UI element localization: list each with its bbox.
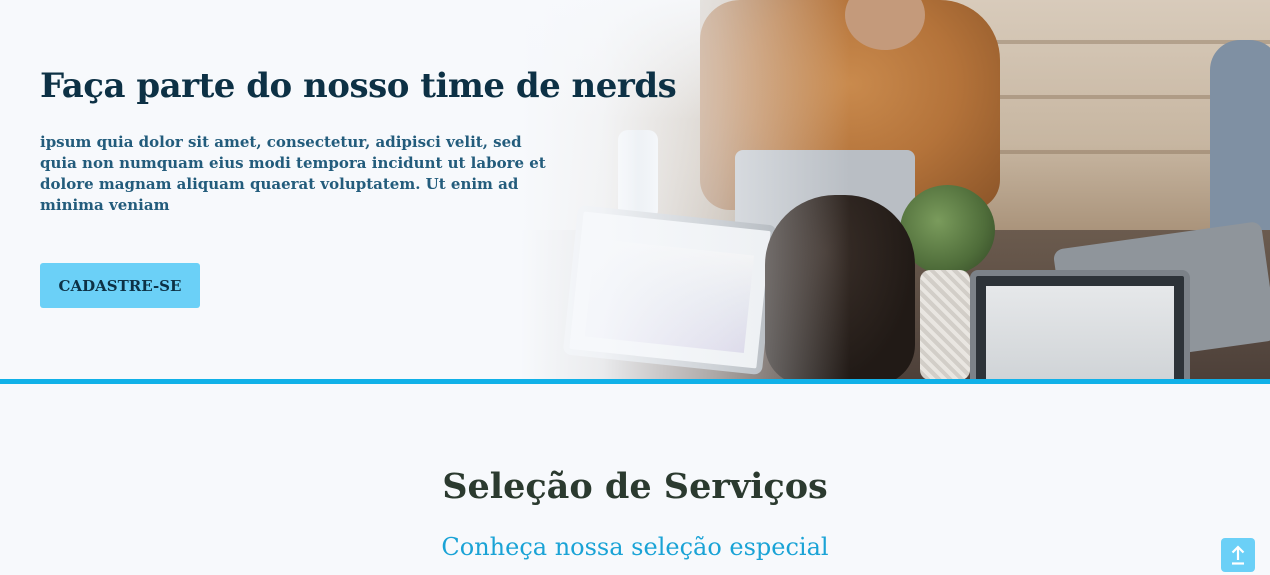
signup-button[interactable]: CADASTRE-SE (40, 263, 200, 308)
arrow-up-icon (1231, 545, 1245, 565)
services-title: Seleção de Serviços (442, 466, 828, 507)
services-subtitle: Conheça nossa seleção especial (441, 533, 829, 561)
hero-section: Faça parte do nosso time de nerds ipsum … (0, 0, 1270, 380)
hero-description: ipsum quia dolor sit amet, consectetur, … (40, 133, 546, 214)
section-divider (0, 379, 1270, 384)
hero-title: Faça parte do nosso time de nerds (40, 66, 677, 106)
scroll-to-top-button[interactable] (1221, 538, 1255, 572)
